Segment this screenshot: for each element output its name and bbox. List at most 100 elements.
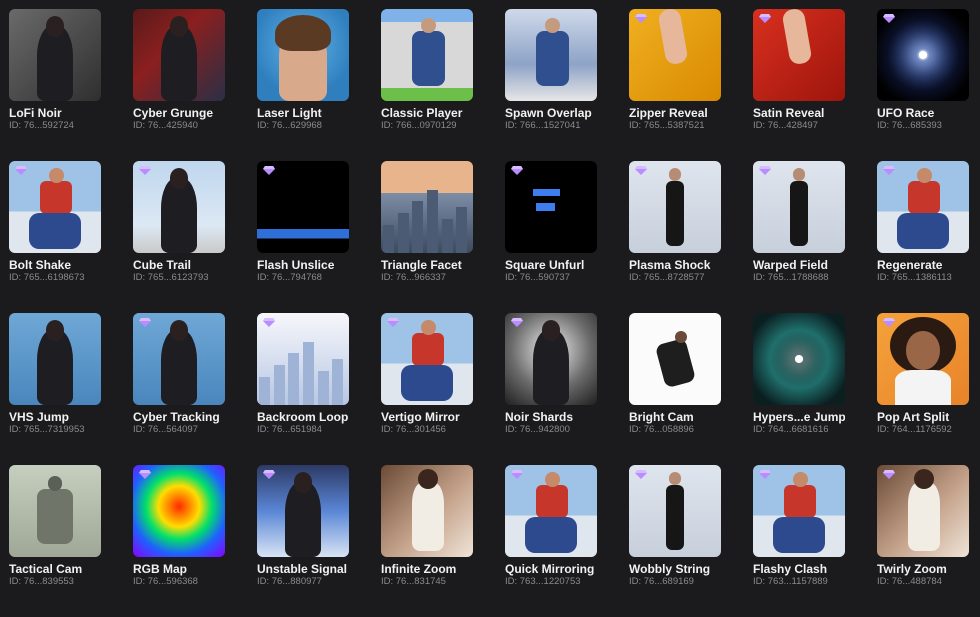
effect-id: ID: 76...629968 bbox=[257, 120, 322, 131]
premium-gem-icon bbox=[883, 470, 895, 479]
effect-thumbnail[interactable] bbox=[753, 9, 845, 101]
premium-gem-icon bbox=[263, 470, 275, 479]
effect-id: ID: 765...7319953 bbox=[9, 424, 85, 435]
effect-id: ID: 76...794768 bbox=[257, 272, 322, 283]
effect-thumbnail[interactable] bbox=[133, 161, 225, 253]
effect-thumbnail[interactable] bbox=[9, 313, 101, 405]
effect-thumbnail[interactable] bbox=[381, 9, 473, 101]
effect-name: Flashy Clash bbox=[753, 562, 828, 576]
premium-gem-icon bbox=[759, 470, 771, 479]
effect-thumbnail[interactable] bbox=[9, 9, 101, 101]
effect-thumbnail[interactable] bbox=[381, 313, 473, 405]
effect-card[interactable]: LoFi Noir ID: 76...592724 bbox=[9, 9, 101, 161]
effect-thumbnail[interactable] bbox=[629, 161, 721, 253]
effect-card[interactable]: Plasma Shock ID: 765...8728577 bbox=[629, 161, 721, 313]
effect-id: ID: 76...592724 bbox=[9, 120, 74, 131]
effect-card[interactable]: Satin Reveal ID: 76...428497 bbox=[753, 9, 845, 161]
premium-gem-icon bbox=[511, 166, 523, 175]
effect-card[interactable]: Bolt Shake ID: 765...6198673 bbox=[9, 161, 101, 313]
effect-card[interactable]: Noir Shards ID: 76...942800 bbox=[505, 313, 597, 465]
effect-card[interactable]: Unstable Signal ID: 76...880977 bbox=[257, 465, 349, 617]
effect-thumbnail[interactable] bbox=[629, 9, 721, 101]
effect-card[interactable]: Pop Art Split ID: 764...1176592 bbox=[877, 313, 969, 465]
effect-thumbnail[interactable] bbox=[257, 9, 349, 101]
effect-card[interactable]: Zipper Reveal ID: 765...5387521 bbox=[629, 9, 721, 161]
premium-gem-icon bbox=[635, 470, 647, 479]
premium-gem-icon bbox=[883, 318, 895, 327]
effect-thumbnail[interactable] bbox=[381, 465, 473, 557]
person-figure bbox=[908, 483, 940, 552]
effect-thumbnail[interactable] bbox=[133, 9, 225, 101]
effect-card[interactable]: RGB Map ID: 76...596368 bbox=[133, 465, 225, 617]
effect-card[interactable]: Warped Field ID: 765...1788688 bbox=[753, 161, 845, 313]
effect-thumbnail[interactable] bbox=[753, 161, 845, 253]
effect-thumbnail[interactable] bbox=[505, 9, 597, 101]
effect-thumbnail[interactable] bbox=[133, 313, 225, 405]
effect-card[interactable]: Hypers...e Jump ID: 764...6681616 bbox=[753, 313, 845, 465]
effect-thumbnail[interactable] bbox=[629, 313, 721, 405]
premium-gem-icon bbox=[511, 470, 523, 479]
effect-card[interactable]: VHS Jump ID: 765...7319953 bbox=[9, 313, 101, 465]
effect-id: ID: 765...6198673 bbox=[9, 272, 85, 283]
effect-name: Pop Art Split bbox=[877, 410, 950, 424]
effect-card[interactable]: Bright Cam ID: 76...058896 bbox=[629, 313, 721, 465]
effect-name: Hypers...e Jump bbox=[753, 410, 845, 424]
person-legs bbox=[773, 516, 825, 554]
premium-gem-icon bbox=[635, 166, 647, 175]
person-head bbox=[913, 468, 935, 489]
effect-thumbnail[interactable] bbox=[629, 465, 721, 557]
effect-thumbnail[interactable] bbox=[877, 9, 969, 101]
premium-gem-icon bbox=[139, 166, 151, 175]
effect-card[interactable]: Triangle Facet ID: 76...966337 bbox=[381, 161, 473, 313]
effect-thumbnail[interactable] bbox=[877, 465, 969, 557]
effect-card[interactable]: Tactical Cam ID: 76...839553 bbox=[9, 465, 101, 617]
effect-thumbnail[interactable] bbox=[877, 313, 969, 405]
effect-card[interactable]: Classic Player ID: 766...0970129 bbox=[381, 9, 473, 161]
effect-thumbnail[interactable] bbox=[877, 161, 969, 253]
effect-name: Plasma Shock bbox=[629, 258, 711, 272]
effect-card[interactable]: Flashy Clash ID: 763...1157889 bbox=[753, 465, 845, 617]
building-shape bbox=[317, 370, 329, 405]
person-figure bbox=[36, 25, 74, 101]
premium-gem-icon bbox=[387, 318, 399, 327]
effect-card[interactable]: Cyber Tracking ID: 76...564097 bbox=[133, 313, 225, 465]
effect-card[interactable]: Wobbly String ID: 76...689169 bbox=[629, 465, 721, 617]
effect-thumbnail[interactable] bbox=[505, 313, 597, 405]
effect-thumbnail[interactable] bbox=[133, 465, 225, 557]
effect-card[interactable]: Spawn Overlap ID: 766...1527041 bbox=[505, 9, 597, 161]
effect-card[interactable]: Cube Trail ID: 765...6123793 bbox=[133, 161, 225, 313]
effect-card[interactable]: Infinite Zoom ID: 76...831745 bbox=[381, 465, 473, 617]
effect-card[interactable]: Quick Mirroring ID: 763...1220753 bbox=[505, 465, 597, 617]
effect-card[interactable]: Flash Unslice ID: 76...794768 bbox=[257, 161, 349, 313]
effect-card[interactable]: Vertigo Mirror ID: 76...301456 bbox=[381, 313, 473, 465]
effect-card[interactable]: Cyber Grunge ID: 76...425940 bbox=[133, 9, 225, 161]
effect-thumbnail[interactable] bbox=[505, 465, 597, 557]
effect-thumbnail[interactable] bbox=[9, 465, 101, 557]
effect-thumbnail[interactable] bbox=[381, 161, 473, 253]
effect-thumbnail[interactable] bbox=[257, 313, 349, 405]
effect-card[interactable]: Backroom Loop ID: 76...651984 bbox=[257, 313, 349, 465]
effect-thumbnail[interactable] bbox=[505, 161, 597, 253]
effect-thumbnail[interactable] bbox=[753, 313, 845, 405]
premium-gem-icon bbox=[759, 166, 771, 175]
premium-gem-icon bbox=[263, 318, 275, 327]
effect-card[interactable]: Laser Light ID: 76...629968 bbox=[257, 9, 349, 161]
effect-card[interactable]: Regenerate ID: 765...1386113 bbox=[877, 161, 969, 313]
effect-card[interactable]: UFO Race ID: 76...685393 bbox=[877, 9, 969, 161]
person-head bbox=[293, 472, 313, 493]
effect-name: Unstable Signal bbox=[257, 562, 348, 576]
effect-card[interactable]: Twirly Zoom ID: 76...488784 bbox=[877, 465, 969, 617]
effect-id: ID: 76...839553 bbox=[9, 576, 74, 587]
effect-id: ID: 76...058896 bbox=[629, 424, 694, 435]
person-figure bbox=[36, 488, 74, 545]
effect-thumbnail[interactable] bbox=[257, 161, 349, 253]
effect-thumbnail[interactable] bbox=[9, 161, 101, 253]
effect-name: Flash Unslice bbox=[257, 258, 335, 272]
effect-id: ID: 76...488784 bbox=[877, 576, 942, 587]
person-head bbox=[545, 18, 561, 33]
effect-thumbnail[interactable] bbox=[753, 465, 845, 557]
effect-name: Infinite Zoom bbox=[381, 562, 457, 576]
effect-name: Regenerate bbox=[877, 258, 943, 272]
effect-card[interactable]: Square Unfurl ID: 76...590737 bbox=[505, 161, 597, 313]
effect-thumbnail[interactable] bbox=[257, 465, 349, 557]
